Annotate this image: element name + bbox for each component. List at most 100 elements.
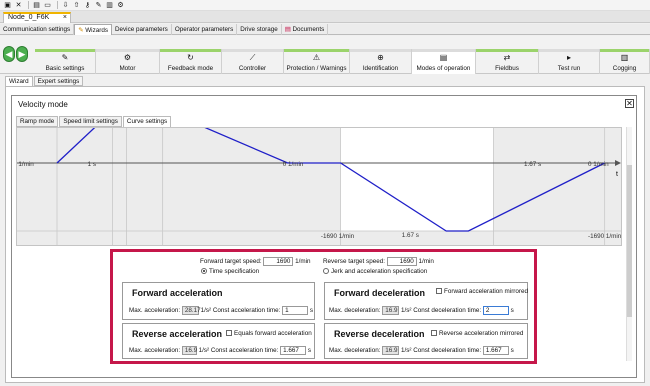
jerk-spec-option[interactable]: Jerk and acceleration specification [323,268,427,275]
forward-target-input[interactable]: 1690 [263,257,294,266]
fd-mirror-checkbox[interactable] [436,288,442,295]
tab-curve-settings[interactable]: Curve settings [122,116,172,127]
vertical-scrollbar[interactable] [626,127,632,361]
settings-icon[interactable]: ⚙ [116,1,125,9]
tab-device-parameters[interactable]: Device parameters [112,24,172,35]
back-arrow-icon[interactable]: ◀ [3,46,15,62]
forward-arrow-icon[interactable]: ▶ [16,46,28,62]
step-label: Basic settings [45,65,85,72]
chart-highlight-region [340,128,494,231]
velocity-mode-window: Velocity mode ✕ Ramp mode Speed limit se… [11,95,637,378]
tab-communication-settings[interactable]: Communication settings [0,24,75,35]
wizard-icon[interactable]: ✎ [94,1,103,9]
step-label: Motor [119,65,136,72]
step-status-bar [35,49,95,52]
step-icon: ⚠ [312,53,321,62]
wizard-step-fieldbus[interactable]: ⇄ Fieldbus [476,49,539,74]
wizard-step-identification[interactable]: ⊕ Identification [350,49,412,74]
forward-target-label: Forward target speed: [200,258,262,266]
step-label: Feedback mode [167,65,214,72]
wizard-step-protection-warnings[interactable]: ⚠ Protection / Warnings [284,49,350,74]
fd-mirror-option[interactable]: Forward acceleration mirrored [436,288,528,295]
time-spec-option[interactable]: Time specification [201,268,259,275]
step-icon: ⟋ [249,53,256,62]
rd-const-input[interactable]: 1.667 [482,346,509,355]
tab-wizard[interactable]: Wizard [5,76,33,86]
curve-settings-panel: Forward target speed: 1690 1/min Reverse… [110,249,537,364]
ra-equals-option[interactable]: Equals forward acceleration [226,330,312,337]
wizard-navigation: ◀ ▶ ✎ Basic settings ⚙ Motor ↻ Feedback mode ⟋… [0,36,650,74]
chart-label: -1690 1/min [588,233,622,240]
close-icon[interactable]: ✕ [14,1,23,9]
open-folder-icon[interactable]: ▭ [43,1,52,9]
export-icon[interactable]: ⇧ [72,1,81,9]
chart-label: 1 s [88,161,96,168]
fa-const-label: Const acceleration time: [212,307,281,315]
step-icon: ↻ [187,53,194,62]
tab-wizards[interactable]: ✎ Wizards [74,24,112,35]
wizard-step-modes-of-operation[interactable]: ▤ Modes of operation [412,49,476,74]
import-icon[interactable]: ⇩ [61,1,70,9]
time-spec-radio[interactable] [201,268,207,275]
wizard-step-feedback-mode[interactable]: ↻ Feedback mode [160,49,222,74]
chart-label: 1.67 s [524,161,541,168]
fa-const-input[interactable]: 1 [282,306,309,315]
wizard-step-controller[interactable]: ⟋ Controller [222,49,284,74]
fd-const-input[interactable]: 2 [482,306,509,315]
ra-equals-checkbox[interactable] [226,330,232,337]
document-tab[interactable]: Node_0_F6K × [3,12,71,23]
fd-values-row: Max. deceleration: 16.9 1/s² Const decel… [329,306,514,315]
new-file-icon[interactable]: ▤ [32,1,41,9]
curve-svg: t 0 1/min 1 s 0 1/min -1690 1/min 1.67 s 1.67 … [17,128,622,245]
rd-max-value: 16.9 [382,346,400,355]
close-tab-icon[interactable]: × [63,14,67,22]
step-label: Controller [238,65,267,72]
ra-const-label: Const acceleration time: [210,347,279,355]
chart-axis-symbol: t [616,171,618,178]
close-icon[interactable]: ✕ [625,99,634,108]
step-status-bar [350,49,411,52]
key-icon[interactable]: ⚷ [83,1,92,9]
ra-const-unit: s [307,347,312,355]
reverse-target-input[interactable]: 1690 [386,257,417,266]
wizard-step-cogging[interactable]: ▥ Cogging [600,49,650,74]
step-status-bar [284,49,349,52]
ra-equals-label: Equals forward acceleration [234,330,312,337]
tab-drive-storage[interactable]: Drive storage [237,24,282,35]
tab-speed-limit-settings[interactable]: Speed limit settings [59,116,122,127]
forward-acceleration-title: Forward acceleration [132,288,223,298]
step-status-bar [600,49,649,52]
rd-mirror-option[interactable]: Reverse acceleration mirrored [431,330,523,337]
chart-label: 0 1/min [283,161,304,168]
step-icon: ▤ [439,53,448,62]
tab-documents[interactable]: ▤ Documents [282,24,329,35]
scrollbar-thumb[interactable] [627,165,632,317]
ra-max-unit: 1/s² [198,347,210,355]
velocity-curve-chart: t 0 1/min 1 s 0 1/min -1690 1/min 1.67 s 1.67 … [16,127,622,246]
forward-acceleration-group: Forward acceleration Max. acceleration: … [122,282,315,320]
reverse-target-row: Reverse target speed: 1690 1/min [323,257,434,266]
tab-expert-settings[interactable]: Expert settings [33,76,84,86]
jerk-spec-radio[interactable] [323,268,329,275]
wizard-step-test-run[interactable]: ▸ Test run [539,49,600,74]
chart-axis-arrow [615,160,621,166]
fa-const-unit: s [309,307,314,315]
forward-deceleration-group: Forward deceleration Forward acceleratio… [324,282,528,320]
tab-operator-parameters[interactable]: Operator parameters [172,24,238,35]
tab-documents-label: Documents [292,26,325,33]
fa-values-row: Max. acceleration: 28.17 1/s² Const acce… [129,306,313,315]
step-icon: ▥ [620,53,629,62]
reverse-target-label: Reverse target speed: [323,258,385,266]
tab-ramp-mode[interactable]: Ramp mode [16,116,59,127]
rd-max-label: Max. deceleration: [329,347,381,355]
step-label: Identification [362,65,399,72]
wizard-step-motor[interactable]: ⚙ Motor [96,49,160,74]
rd-max-unit: 1/s² [400,347,412,355]
chart-icon[interactable]: ▥ [105,1,114,9]
step-status-bar [222,49,283,52]
rd-mirror-checkbox[interactable] [431,330,437,337]
ra-const-input[interactable]: 1.667 [280,346,307,355]
save-icon[interactable]: ▣ [3,1,12,9]
main-tabs: Communication settings ✎ Wizards Device … [0,24,650,35]
wizard-step-basic-settings[interactable]: ✎ Basic settings [35,49,96,74]
